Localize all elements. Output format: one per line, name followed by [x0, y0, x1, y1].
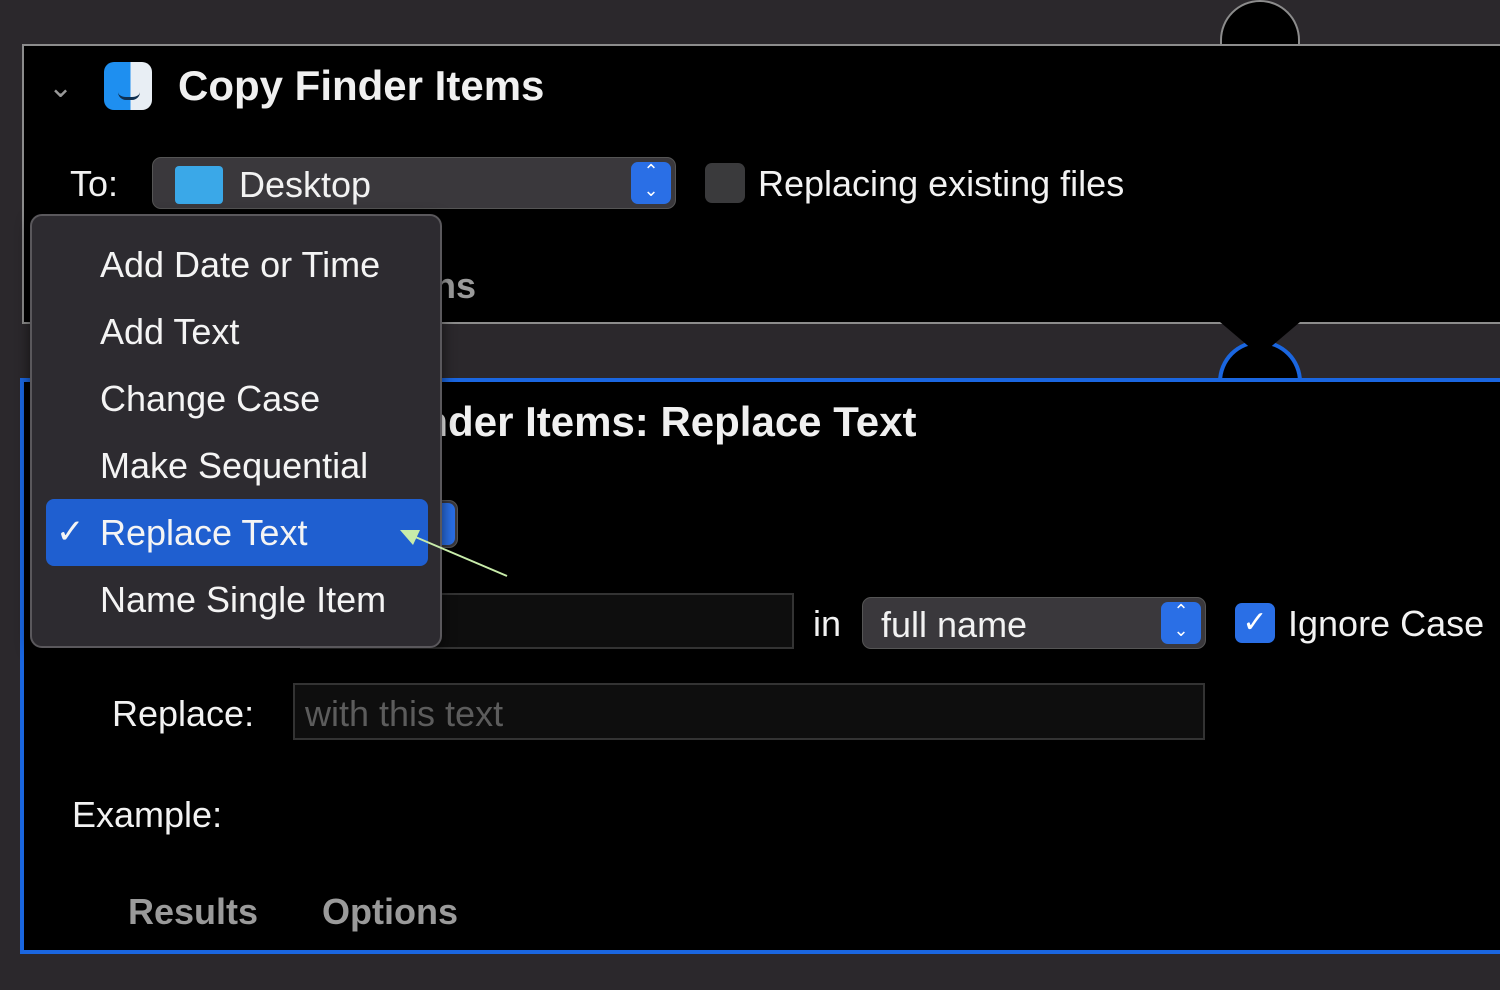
annotation-arrow-icon	[400, 530, 508, 577]
